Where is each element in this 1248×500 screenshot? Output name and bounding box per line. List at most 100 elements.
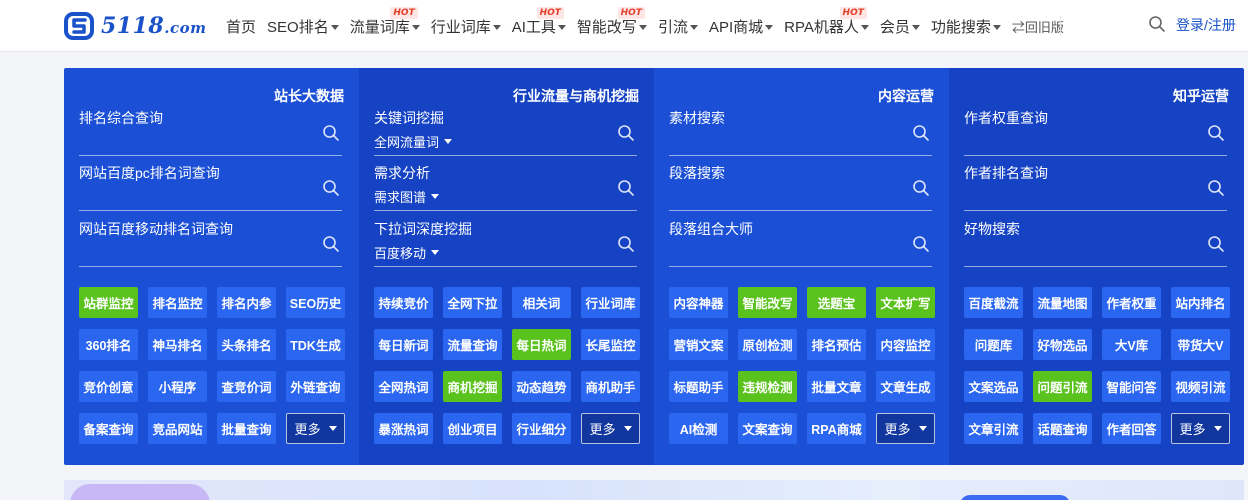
search-icon[interactable] xyxy=(1207,124,1225,142)
search-icon[interactable] xyxy=(617,235,635,253)
tool-tag-button[interactable]: 流量地图 xyxy=(1033,287,1092,318)
tool-tag-button[interactable]: 视频引流 xyxy=(1171,371,1230,402)
login-register-link[interactable]: 登录/注册 xyxy=(1176,15,1236,35)
search-field[interactable]: 排名综合查询 xyxy=(79,108,342,156)
search-icon[interactable] xyxy=(1207,179,1225,197)
tool-tag-button[interactable]: 问题库 xyxy=(964,329,1023,360)
search-icon[interactable] xyxy=(322,179,340,197)
tool-tag-button[interactable]: 360排名 xyxy=(79,329,138,360)
tool-tag-button[interactable]: 排名监控 xyxy=(148,287,207,318)
tool-tag-button[interactable]: RPA商城 xyxy=(807,413,866,444)
more-dropdown-button[interactable]: 更多 xyxy=(876,413,935,444)
tool-tag-button[interactable]: 原创检测 xyxy=(738,329,797,360)
tool-tag-button[interactable]: 每日热词 xyxy=(512,329,571,360)
tool-tag-button[interactable]: 头条排名 xyxy=(217,329,276,360)
search-icon[interactable] xyxy=(617,179,635,197)
tool-tag-button[interactable]: 批量查询 xyxy=(217,413,276,444)
search-field[interactable]: 网站百度移动排名词查询 xyxy=(79,219,342,267)
nav-item[interactable]: 行业词库 xyxy=(431,16,501,37)
tool-tag-button[interactable]: 内容监控 xyxy=(876,329,935,360)
tool-tag-button[interactable]: 文本扩写 xyxy=(876,287,935,318)
tool-tag-button[interactable]: 作者回答 xyxy=(1102,413,1161,444)
tool-tag-button[interactable]: 长尾监控 xyxy=(581,329,640,360)
tool-tag-button[interactable]: 全网下拉 xyxy=(443,287,502,318)
promo-banner[interactable] xyxy=(64,480,1244,500)
tool-tag-button[interactable]: 每日新词 xyxy=(374,329,433,360)
more-dropdown-button[interactable]: 更多 xyxy=(1171,413,1230,444)
search-icon[interactable] xyxy=(912,124,930,142)
tool-tag-button[interactable]: 问题引流 xyxy=(1033,371,1092,402)
tool-tag-button[interactable]: 流量查询 xyxy=(443,329,502,360)
tool-tag-button[interactable]: AI检测 xyxy=(669,413,728,444)
search-icon[interactable] xyxy=(912,235,930,253)
tool-tag-button[interactable]: 商机助手 xyxy=(581,371,640,402)
site-logo[interactable]: 5118.com xyxy=(63,9,206,43)
tool-tag-button[interactable]: 相关词 xyxy=(512,287,571,318)
search-icon[interactable] xyxy=(1148,15,1166,33)
tool-tag-button[interactable]: 排名预估 xyxy=(807,329,866,360)
back-to-old-version-link[interactable]: ⇄回旧版 xyxy=(1012,17,1064,36)
nav-item[interactable]: 首页 xyxy=(226,16,256,37)
nav-item[interactable]: SEO排名 xyxy=(267,16,339,37)
tool-tag-button[interactable]: 查竞价词 xyxy=(217,371,276,402)
search-icon[interactable] xyxy=(912,179,930,197)
nav-item[interactable]: 功能搜索 xyxy=(931,16,1001,37)
nav-item[interactable]: AI工具 HOT xyxy=(512,6,566,37)
tool-tag-button[interactable]: 全网热词 xyxy=(374,371,433,402)
search-field[interactable]: 作者权重查询 xyxy=(964,108,1227,156)
tool-tag-button[interactable]: TDK生成 xyxy=(286,329,345,360)
more-dropdown-button[interactable]: 更多 xyxy=(581,413,640,444)
tool-tag-button[interactable]: SEO历史 xyxy=(286,287,345,318)
tool-tag-button[interactable]: 行业词库 xyxy=(581,287,640,318)
tool-tag-button[interactable]: 营销文案 xyxy=(669,329,728,360)
search-icon[interactable] xyxy=(617,124,635,142)
tool-tag-button[interactable]: 文案查询 xyxy=(738,413,797,444)
tool-tag-button[interactable]: 好物选品 xyxy=(1033,329,1092,360)
tool-tag-button[interactable]: 智能问答 xyxy=(1102,371,1161,402)
tool-tag-button[interactable]: 作者权重 xyxy=(1102,287,1161,318)
tool-tag-button[interactable]: 商机挖掘 xyxy=(443,371,502,402)
tool-tag-button[interactable]: 文章引流 xyxy=(964,413,1023,444)
tool-tag-button[interactable]: 文案选品 xyxy=(964,371,1023,402)
tool-tag-button[interactable]: 动态趋势 xyxy=(512,371,571,402)
search-icon[interactable] xyxy=(322,235,340,253)
tool-tag-button[interactable]: 神马排名 xyxy=(148,329,207,360)
tool-tag-button[interactable]: 标题助手 xyxy=(669,371,728,402)
search-field[interactable]: 下拉词深度挖掘 百度移动 xyxy=(374,219,637,267)
tool-tag-button[interactable]: 违规检测 xyxy=(738,371,797,402)
tool-tag-button[interactable]: 备案查询 xyxy=(79,413,138,444)
search-field[interactable]: 作者排名查询 xyxy=(964,163,1227,211)
tool-tag-button[interactable]: 选题宝 xyxy=(807,287,866,318)
search-icon[interactable] xyxy=(1207,235,1225,253)
field-option-select[interactable]: 全网流量词 xyxy=(374,132,453,151)
tool-tag-button[interactable]: 行业细分 xyxy=(512,413,571,444)
search-field[interactable]: 网站百度pc排名词查询 xyxy=(79,163,342,211)
tool-tag-button[interactable]: 外链查询 xyxy=(286,371,345,402)
tool-tag-button[interactable]: 站群监控 xyxy=(79,287,138,318)
nav-item[interactable]: 引流 xyxy=(658,16,698,37)
tool-tag-button[interactable]: 批量文章 xyxy=(807,371,866,402)
tool-tag-button[interactable]: 内容神器 xyxy=(669,287,728,318)
tool-tag-button[interactable]: 带货大V xyxy=(1171,329,1230,360)
tool-tag-button[interactable]: 竞品网站 xyxy=(148,413,207,444)
tool-tag-button[interactable]: 百度截流 xyxy=(964,287,1023,318)
nav-item[interactable]: RPA机器人 HOT xyxy=(784,6,869,37)
tool-tag-button[interactable]: 创业项目 xyxy=(443,413,502,444)
tool-tag-button[interactable]: 站内排名 xyxy=(1171,287,1230,318)
tool-tag-button[interactable]: 话题查询 xyxy=(1033,413,1092,444)
search-field[interactable]: 段落搜索 xyxy=(669,163,932,211)
nav-item[interactable]: 智能改写 HOT xyxy=(577,6,647,37)
tool-tag-button[interactable]: 小程序 xyxy=(148,371,207,402)
nav-item[interactable]: 会员 xyxy=(880,16,920,37)
field-option-select[interactable]: 需求图谱 xyxy=(374,187,440,206)
search-field[interactable]: 好物搜索 xyxy=(964,219,1227,267)
tool-tag-button[interactable]: 排名内参 xyxy=(217,287,276,318)
tool-tag-button[interactable]: 智能改写 xyxy=(738,287,797,318)
tool-tag-button[interactable]: 暴涨热词 xyxy=(374,413,433,444)
more-dropdown-button[interactable]: 更多 xyxy=(286,413,345,444)
tool-tag-button[interactable]: 持续竞价 xyxy=(374,287,433,318)
search-field[interactable]: 段落组合大师 xyxy=(669,219,932,267)
tool-tag-button[interactable]: 竞价创意 xyxy=(79,371,138,402)
banner-button[interactable] xyxy=(960,495,1070,500)
tool-tag-button[interactable]: 文章生成 xyxy=(876,371,935,402)
